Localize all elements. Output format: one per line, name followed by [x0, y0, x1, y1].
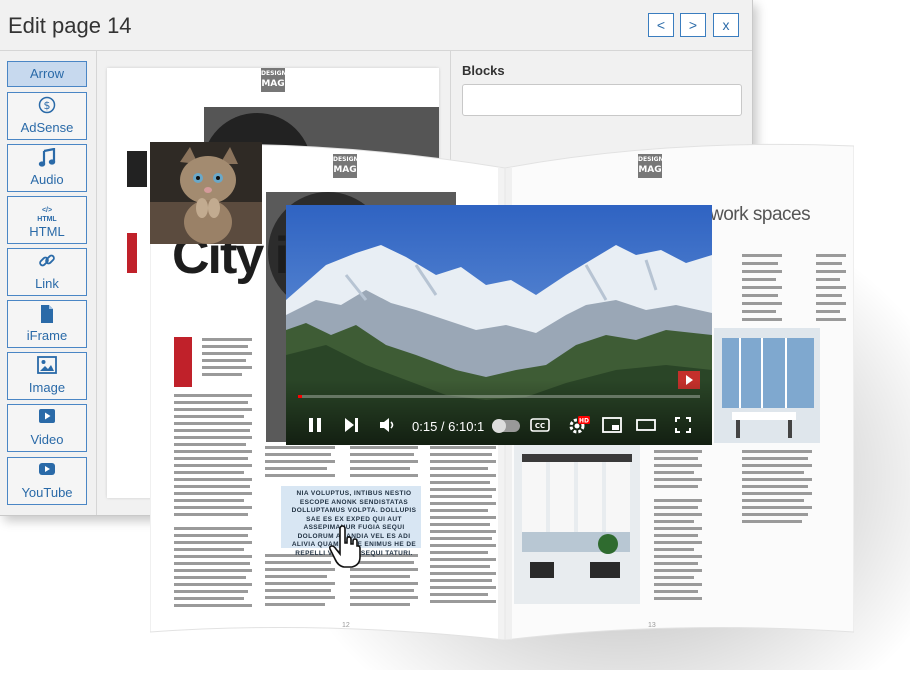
logo-top: DESIGN: [261, 70, 287, 77]
previous-page-button[interactable]: <: [648, 13, 674, 37]
fullscreen-icon[interactable]: [674, 416, 692, 439]
window-title: Edit page 14: [8, 13, 132, 38]
next-page-button[interactable]: >: [680, 13, 706, 37]
music-note-icon: [8, 147, 86, 172]
logo-top: DESIGN: [333, 156, 359, 163]
blocks-label: Blocks: [462, 63, 505, 78]
miniplayer-icon[interactable]: [602, 416, 622, 439]
captions-label: CC: [535, 422, 545, 430]
link-icon: [8, 252, 86, 276]
left-page-number: 12: [342, 622, 350, 629]
tool-label: HTML: [29, 224, 65, 239]
progress-bar[interactable]: [298, 395, 700, 398]
close-button[interactable]: x: [713, 13, 739, 37]
tool-link[interactable]: Link: [7, 248, 87, 296]
tool-html[interactable]: </> HTML HTML: [7, 196, 87, 244]
next-track-icon[interactable]: [342, 416, 360, 439]
right-page-number: 13: [648, 622, 656, 629]
toolbox: Arrow $ AdSense Audio </>HTML HTML Link: [0, 51, 97, 515]
theater-mode-icon[interactable]: [636, 416, 656, 439]
progress-fill: [298, 395, 303, 398]
autoplay-toggle[interactable]: [492, 419, 520, 433]
tool-iframe[interactable]: iFrame: [7, 300, 87, 348]
magazine-logo-right: DESIGN MAG: [638, 154, 664, 178]
pause-icon[interactable]: [306, 416, 324, 439]
file-icon: [8, 304, 86, 328]
captions-icon[interactable]: CC: [530, 418, 550, 437]
title-bar: Edit page 14 < > x: [0, 0, 752, 51]
tool-image[interactable]: Image: [7, 352, 87, 400]
youtube-icon: [8, 461, 86, 485]
tool-arrow[interactable]: Arrow: [7, 61, 87, 87]
tool-video[interactable]: Video: [7, 404, 87, 452]
kitten-image[interactable]: [150, 142, 262, 244]
hand-pointer-cursor: [328, 525, 362, 574]
section-title: work spaces: [710, 204, 811, 225]
magazine-logo-left: DESIGN MAG: [333, 154, 359, 178]
tool-label: Image: [28, 380, 66, 395]
embedded-video-player[interactable]: 0:15 / 6:10:1 CC HD: [286, 205, 712, 445]
logo-bottom: MAG: [261, 79, 285, 89]
magazine-logo: DESIGN MAG: [261, 68, 287, 92]
volume-icon[interactable]: [378, 416, 396, 439]
tool-label: YouTube: [21, 485, 73, 500]
video-icon: [8, 408, 86, 432]
image-icon: [8, 356, 86, 380]
tool-adsense[interactable]: $ AdSense: [7, 92, 87, 140]
html-icon: </> HTML: [37, 207, 57, 223]
time-display: 0:15 / 6:10:1: [412, 419, 485, 434]
tool-audio[interactable]: Audio: [7, 144, 87, 192]
autoplay-knob: [492, 419, 506, 433]
tool-label: iFrame: [26, 328, 68, 343]
dollar-icon: $: [8, 96, 86, 120]
logo-top: DESIGN: [638, 156, 664, 163]
player-controls: 0:15 / 6:10:1 CC HD: [286, 380, 712, 445]
logo-bottom: MAG: [333, 165, 357, 175]
tool-label: Video: [30, 432, 64, 447]
tool-youtube[interactable]: YouTube: [7, 457, 87, 505]
tool-label: Audio: [30, 172, 64, 187]
tool-label: Link: [35, 276, 59, 291]
tool-label: Arrow: [30, 66, 64, 81]
tool-label: AdSense: [20, 120, 74, 135]
blocks-input[interactable]: [462, 84, 742, 116]
logo-bottom: MAG: [638, 165, 662, 175]
hd-badge: HD: [579, 418, 589, 425]
html-icon-text: HTML: [37, 216, 57, 223]
settings-gear-icon[interactable]: HD: [568, 415, 590, 440]
svg-text:$: $: [44, 99, 51, 112]
